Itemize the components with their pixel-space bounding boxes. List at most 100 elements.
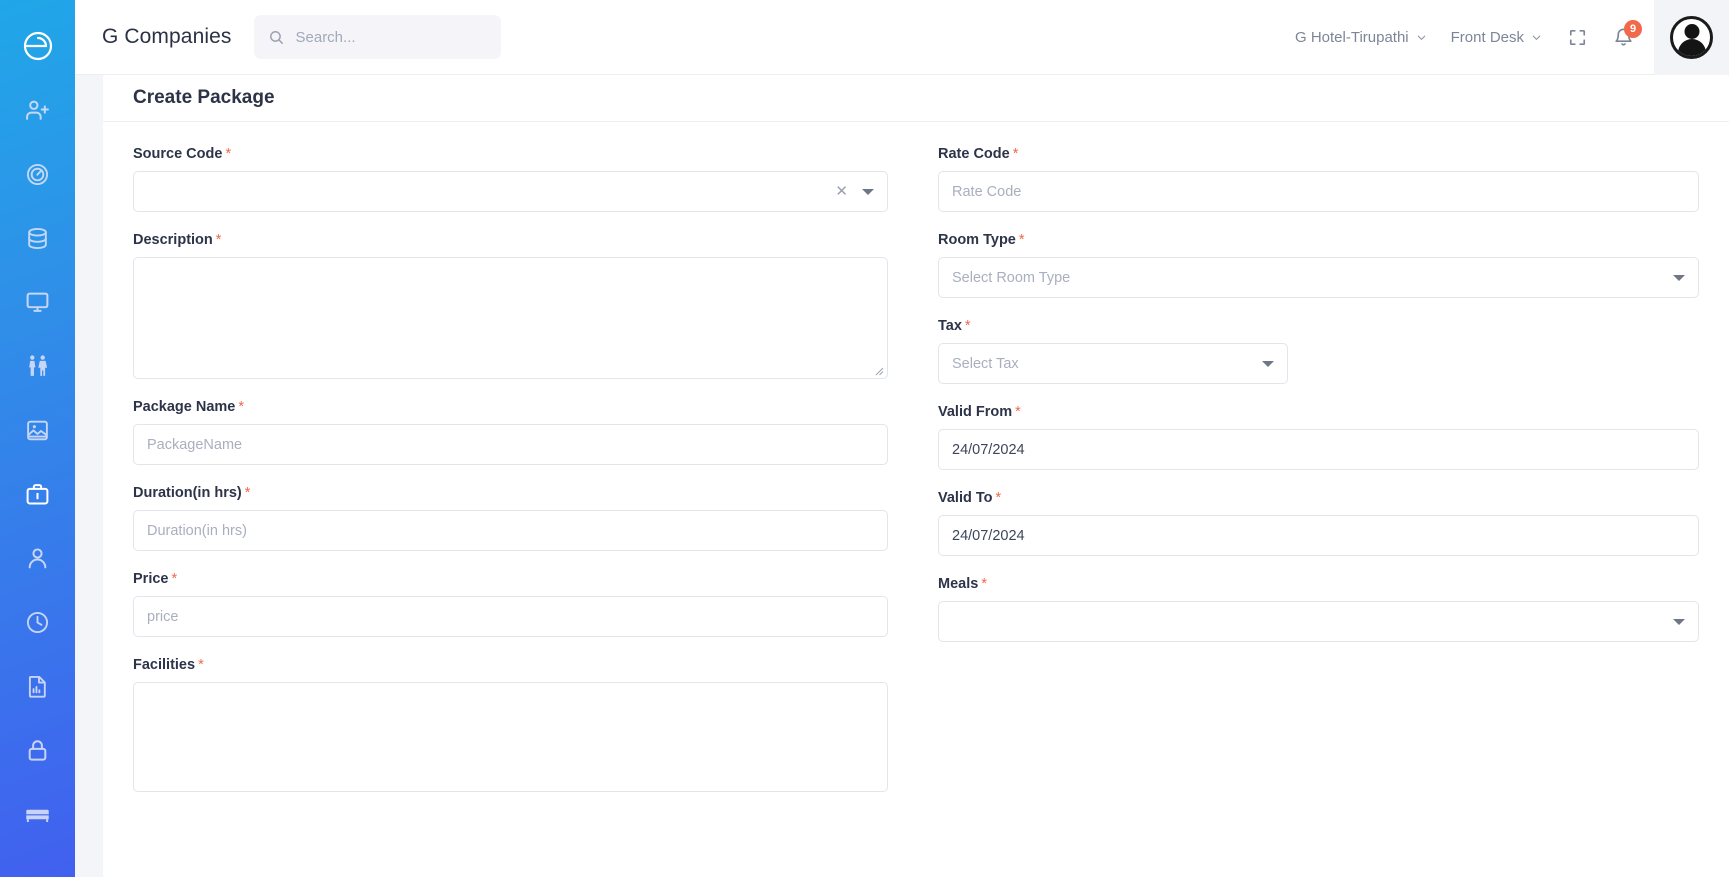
page-title: Create Package	[133, 87, 275, 108]
required-marker: *	[238, 399, 245, 415]
label-text: Description	[133, 232, 213, 248]
create-package-card: Create Package Source Code * ✕ Descripti…	[103, 75, 1729, 877]
required-marker: *	[244, 485, 251, 501]
chevron-down-icon	[1417, 35, 1425, 40]
valid-to-date-input[interactable]: 24/07/2024	[938, 515, 1699, 556]
notification-badge: 9	[1624, 20, 1642, 38]
sidebar-item-add-user[interactable]	[0, 78, 75, 142]
sidebar-item-housekeeping[interactable]	[0, 334, 75, 398]
field-price: Price * price	[133, 571, 888, 637]
price-placeholder: price	[147, 608, 179, 625]
label-price: Price *	[133, 571, 888, 587]
app-logo[interactable]	[0, 14, 75, 78]
room-type-placeholder: Select Room Type	[952, 269, 1071, 286]
label-valid-from: Valid From *	[938, 404, 1699, 420]
tax-select[interactable]: Select Tax	[938, 343, 1288, 384]
sidebar-item-dashboard[interactable]	[0, 142, 75, 206]
label-description: Description *	[133, 232, 888, 248]
notifications-button[interactable]: 9	[1600, 14, 1646, 60]
module-selector[interactable]: Front Desk	[1439, 29, 1554, 46]
form-column-left: Source Code * ✕ Description * Package Na…	[133, 146, 916, 812]
search-input[interactable]: Search...	[253, 15, 501, 59]
avatar-head	[1684, 23, 1699, 39]
required-marker: *	[171, 571, 178, 587]
user-menu-button[interactable]	[1654, 0, 1729, 75]
required-marker: *	[225, 146, 232, 162]
label-text: Rate Code	[938, 146, 1010, 162]
sidebar-item-shifts[interactable]	[0, 590, 75, 654]
sidebar-item-desktop[interactable]	[0, 270, 75, 334]
valid-from-date-input[interactable]: 24/07/2024	[938, 429, 1699, 470]
card-header: Create Package	[103, 75, 1729, 122]
dropdown-triangle-icon	[1673, 618, 1685, 625]
required-marker: *	[981, 576, 987, 592]
sidebar-item-rooms[interactable]	[0, 782, 75, 846]
monitor-icon	[26, 292, 49, 312]
top-header: G Companies Search... G Hotel-Tirupathi …	[75, 0, 1729, 75]
field-room-type: Room Type * Select Room Type	[938, 232, 1699, 298]
fullscreen-button[interactable]	[1554, 14, 1600, 60]
search-placeholder: Search...	[295, 28, 356, 46]
sidebar-item-database[interactable]	[0, 206, 75, 270]
chevron-down-icon	[1532, 35, 1541, 40]
field-package-name: Package Name * PackageName	[133, 399, 888, 465]
label-facilities: Facilities *	[133, 657, 888, 673]
label-valid-to: Valid To *	[938, 490, 1699, 506]
valid-from-value: 24/07/2024	[952, 441, 1025, 458]
package-name-input[interactable]: PackageName	[133, 424, 888, 465]
property-selector[interactable]: G Hotel-Tirupathi	[1283, 29, 1439, 46]
dropdown-triangle-icon	[1262, 360, 1274, 367]
field-meals: Meals *	[938, 576, 1699, 642]
property-selector-label: G Hotel-Tirupathi	[1294, 28, 1409, 46]
label-text: Duration(in hrs)	[133, 485, 242, 501]
create-package-form: Source Code * ✕ Description * Package Na…	[103, 122, 1729, 812]
label-text: Facilities	[133, 657, 196, 673]
sidebar-item-profile[interactable]	[0, 526, 75, 590]
room-type-select[interactable]: Select Room Type	[938, 257, 1699, 298]
tax-placeholder: Select Tax	[952, 355, 1019, 372]
sidebar-item-packages[interactable]	[0, 462, 75, 526]
label-tax: Tax *	[938, 318, 1699, 334]
rate-code-input[interactable]: Rate Code	[938, 171, 1699, 212]
label-text: Price	[133, 571, 169, 587]
meals-select[interactable]	[938, 601, 1699, 642]
label-text: Valid From	[938, 404, 1013, 420]
field-rate-code: Rate Code * Rate Code	[938, 146, 1699, 212]
close-x-icon[interactable]: ✕	[835, 184, 848, 199]
facilities-textarea[interactable]	[133, 682, 888, 792]
duration-input[interactable]: Duration(in hrs)	[133, 510, 888, 551]
avatar-body	[1677, 38, 1706, 56]
label-source-code: Source Code *	[133, 146, 888, 162]
label-rate-code: Rate Code *	[938, 146, 1699, 162]
description-textarea[interactable]	[133, 257, 888, 379]
required-marker: *	[1015, 404, 1021, 420]
sidebar	[0, 0, 75, 877]
module-selector-label: Front Desk	[1450, 28, 1524, 46]
field-valid-to: Valid To * 24/07/2024	[938, 490, 1699, 556]
label-meals: Meals *	[938, 576, 1699, 592]
source-code-select[interactable]: ✕	[133, 171, 888, 212]
restroom-people-icon	[29, 354, 48, 376]
image-card-icon	[27, 420, 48, 440]
required-marker: *	[215, 232, 222, 248]
sidebar-item-gallery[interactable]	[0, 398, 75, 462]
report-chart-file-icon	[28, 675, 46, 698]
form-column-right: Rate Code * Rate Code Room Type * Select…	[916, 146, 1699, 812]
bed-icon	[26, 809, 49, 822]
sidebar-item-reports[interactable]	[0, 654, 75, 718]
lock-icon	[28, 739, 47, 761]
field-description: Description *	[133, 232, 888, 379]
resize-grip-icon	[875, 367, 884, 376]
circle-e-logo-icon	[23, 31, 52, 61]
speedometer-icon	[26, 163, 49, 185]
required-marker: *	[1018, 232, 1025, 248]
field-tax: Tax * Select Tax	[938, 318, 1699, 384]
user-avatar-icon	[1670, 15, 1713, 59]
valid-to-value: 24/07/2024	[952, 527, 1025, 544]
price-input[interactable]: price	[133, 596, 888, 637]
duration-placeholder: Duration(in hrs)	[147, 522, 247, 539]
field-duration: Duration(in hrs) * Duration(in hrs)	[133, 485, 888, 551]
sidebar-item-security[interactable]	[0, 718, 75, 782]
required-marker: *	[964, 318, 971, 334]
label-package-name: Package Name *	[133, 399, 888, 415]
